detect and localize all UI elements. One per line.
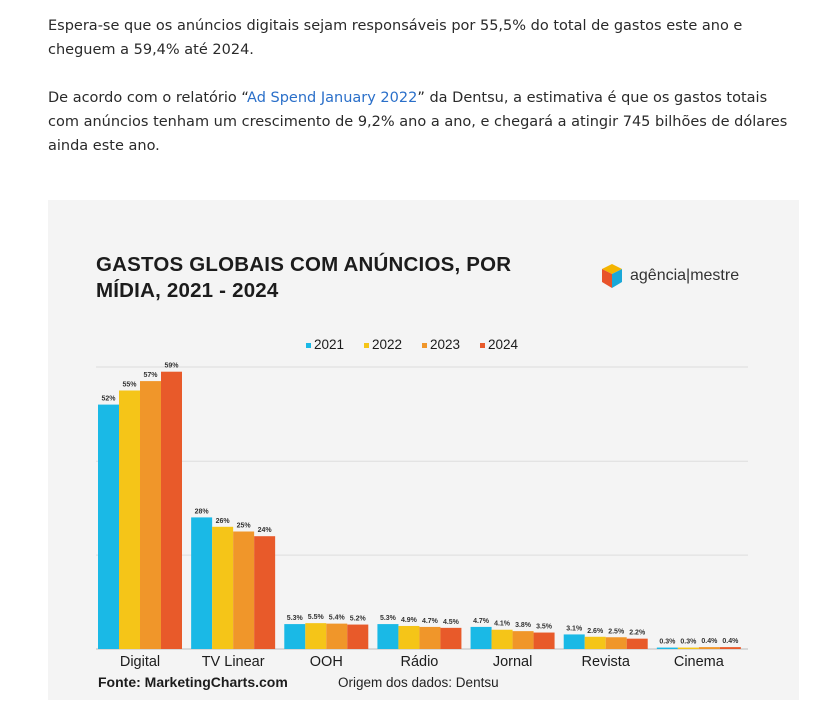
data-label-Revista-2023: 2.5% bbox=[608, 628, 625, 635]
data-label-Cinema-2023: 0.4% bbox=[701, 638, 718, 645]
data-label-Cinema-2021: 0.3% bbox=[659, 639, 676, 646]
data-label-Cinema-2022: 0.3% bbox=[680, 639, 697, 646]
bar-OOH-2024 bbox=[347, 624, 369, 649]
data-label-Revista-2021: 3.1% bbox=[566, 625, 583, 632]
data-label-Revista-2022: 2.6% bbox=[587, 628, 604, 635]
category-label-Digital: Digital bbox=[120, 654, 160, 670]
bar-Cinema-2024 bbox=[719, 647, 741, 649]
bar-TV Linear-2021 bbox=[191, 517, 213, 649]
bar-Cinema-2021 bbox=[656, 647, 678, 649]
category-label-OOH: OOH bbox=[310, 654, 343, 670]
bar-Cinema-2022 bbox=[677, 647, 699, 649]
category-label-Cinema: Cinema bbox=[674, 654, 725, 670]
data-label-Rádio-2022: 4.9% bbox=[401, 617, 418, 624]
bar-Jornal-2021 bbox=[470, 626, 492, 649]
ad-spend-report-link[interactable]: Ad Spend January 2022 bbox=[247, 90, 417, 106]
bar-Revista-2022 bbox=[584, 636, 606, 649]
bar-OOH-2021 bbox=[284, 624, 306, 649]
data-label-OOH-2021: 5.3% bbox=[287, 615, 304, 622]
bar-Rádio-2021 bbox=[377, 624, 399, 649]
bar-OOH-2023 bbox=[326, 623, 348, 649]
bar-Jornal-2024 bbox=[533, 632, 555, 649]
data-label-Digital-2024: 59% bbox=[164, 363, 179, 370]
data-label-OOH-2022: 5.5% bbox=[308, 614, 325, 621]
bar-TV Linear-2022 bbox=[212, 526, 234, 649]
chart-source: Fonte: MarketingCharts.com bbox=[98, 674, 288, 690]
data-label-Digital-2023: 57% bbox=[143, 372, 158, 379]
bar-Digital-2022 bbox=[119, 390, 140, 649]
category-label-Rádio: Rádio bbox=[400, 654, 438, 670]
data-label-Revista-2024: 2.2% bbox=[629, 630, 646, 637]
category-label-Jornal: Jornal bbox=[493, 654, 532, 670]
data-label-Jornal-2024: 3.5% bbox=[536, 624, 553, 631]
category-label-TV Linear: TV Linear bbox=[202, 654, 265, 670]
bar-Digital-2021 bbox=[98, 404, 119, 649]
legend-label-2022: 2022 bbox=[372, 337, 402, 352]
bar-Digital-2023 bbox=[140, 381, 161, 649]
data-label-TV Linear-2024: 24% bbox=[258, 527, 273, 534]
data-label-Cinema-2024: 0.4% bbox=[722, 638, 739, 645]
bar-Rádio-2022 bbox=[398, 625, 420, 649]
data-label-Digital-2022: 55% bbox=[122, 382, 137, 389]
data-label-TV Linear-2021: 28% bbox=[195, 508, 210, 515]
bar-Jornal-2023 bbox=[512, 631, 534, 649]
chart-image: GASTOS GLOBAIS COM ANÚNCIOS, POR MÍDIA, … bbox=[48, 200, 799, 700]
bar-Jornal-2022 bbox=[491, 629, 513, 649]
bar-Revista-2021 bbox=[563, 634, 585, 649]
data-label-Rádio-2023: 4.7% bbox=[422, 618, 439, 625]
bar-TV Linear-2023 bbox=[233, 531, 255, 649]
legend-label-2024: 2024 bbox=[488, 337, 519, 352]
data-label-TV Linear-2023: 25% bbox=[237, 523, 252, 530]
bar-Revista-2024 bbox=[626, 638, 648, 649]
legend-marker-2021 bbox=[306, 343, 311, 348]
bar-OOH-2022 bbox=[305, 623, 327, 649]
article-paragraph-1: Espera-se que os anúncios digitais sejam… bbox=[48, 18, 743, 58]
legend-marker-2022 bbox=[364, 343, 369, 348]
bar-TV Linear-2024 bbox=[254, 536, 276, 649]
legend-marker-2023 bbox=[422, 343, 427, 348]
data-label-Rádio-2024: 4.5% bbox=[443, 619, 460, 626]
bar-Rádio-2024 bbox=[440, 627, 462, 649]
bar-chart: 2021 2022 2023 2024 52% 55% 57% 59% Digital 28% 26… bbox=[96, 337, 748, 670]
data-label-Jornal-2022: 4.1% bbox=[494, 621, 511, 628]
bar-Rádio-2023 bbox=[419, 626, 441, 649]
bar-Revista-2023 bbox=[605, 637, 627, 649]
data-label-TV Linear-2022: 26% bbox=[216, 518, 231, 525]
legend-label-2023: 2023 bbox=[430, 337, 460, 352]
legend-marker-2024 bbox=[480, 343, 485, 348]
data-label-Jornal-2021: 4.7% bbox=[473, 618, 490, 625]
data-label-Rádio-2021: 5.3% bbox=[380, 615, 397, 622]
data-label-Digital-2021: 52% bbox=[101, 396, 116, 403]
bar-Cinema-2023 bbox=[698, 647, 720, 649]
chart-data-origin: Origem dos dados: Dentsu bbox=[338, 675, 499, 690]
data-label-Jornal-2023: 3.8% bbox=[515, 622, 532, 629]
data-label-OOH-2024: 5.2% bbox=[350, 616, 367, 623]
paragraph-text-before: De acordo com o relatório “ bbox=[48, 90, 248, 106]
legend-label-2021: 2021 bbox=[314, 337, 344, 352]
bar-Digital-2024 bbox=[161, 371, 182, 649]
article-paragraph-2: De acordo com o relatório “Ad Spend Janu… bbox=[48, 86, 798, 158]
category-label-Revista: Revista bbox=[582, 654, 631, 670]
data-label-OOH-2023: 5.4% bbox=[329, 615, 346, 622]
